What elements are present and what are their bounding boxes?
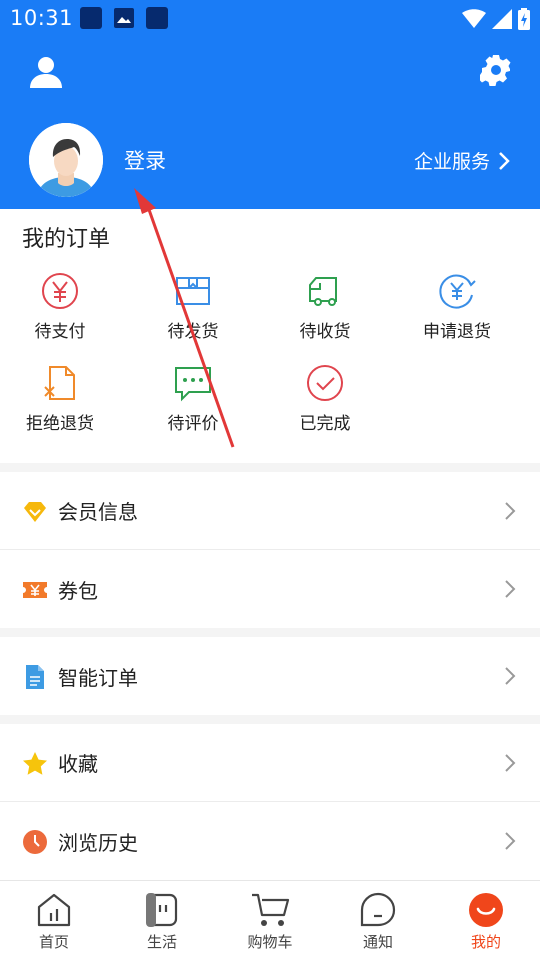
notification-icon xyxy=(360,892,396,927)
profile-header: 登录 企业服务 xyxy=(0,38,540,209)
chevron-right-icon xyxy=(505,754,516,772)
battery-icon xyxy=(518,8,530,30)
enterprise-service-link[interactable]: 企业服务 xyxy=(414,147,510,174)
menu-item-coupons[interactable]: 券包 xyxy=(0,550,540,628)
tab-life[interactable]: 生活 xyxy=(112,891,212,952)
chevron-right-icon xyxy=(505,502,516,520)
order-label: 申请退货 xyxy=(423,322,491,342)
order-label: 拒绝退货 xyxy=(26,414,94,434)
order-label: 待收货 xyxy=(299,322,351,342)
menu-item-membership[interactable]: 会员信息 xyxy=(0,472,540,550)
cart-icon xyxy=(252,893,290,926)
clock-icon xyxy=(23,830,47,854)
truck-icon xyxy=(309,277,337,306)
order-pending-shipment[interactable]: 待发货 xyxy=(133,271,253,342)
menu-item-label: 浏览历史 xyxy=(58,830,138,855)
user-icon[interactable] xyxy=(28,54,64,90)
notification-square-icon xyxy=(146,7,168,29)
menu-item-label: 收藏 xyxy=(58,752,98,776)
chevron-right-icon xyxy=(505,580,516,598)
tab-notifications[interactable]: 通知 xyxy=(328,891,428,952)
order-completed[interactable]: 已完成 xyxy=(265,363,385,434)
avatar[interactable] xyxy=(29,123,103,197)
wifi-icon xyxy=(462,9,486,28)
chat-icon xyxy=(175,367,211,402)
menu-item-label: 券包 xyxy=(58,578,98,603)
tab-label: 我的 xyxy=(470,933,501,951)
gear-icon[interactable] xyxy=(480,54,512,86)
life-icon xyxy=(146,893,178,927)
menu-group: 会员信息 券包 xyxy=(0,472,540,628)
chevron-right-icon xyxy=(499,151,510,170)
image-icon xyxy=(113,7,135,29)
tab-label: 生活 xyxy=(146,933,177,951)
order-pending-receipt[interactable]: 待收货 xyxy=(265,271,385,342)
diamond-icon xyxy=(24,502,46,522)
login-button[interactable]: 登录 xyxy=(124,145,166,175)
box-icon xyxy=(176,277,210,305)
order-pending-payment[interactable]: 待支付 xyxy=(0,271,120,342)
menu-item-favorites[interactable]: 收藏 xyxy=(0,724,540,802)
menu-group: 收藏 浏览历史 xyxy=(0,724,540,880)
reject-doc-icon xyxy=(44,366,75,400)
menu-item-history[interactable]: 浏览历史 xyxy=(0,802,540,880)
status-bar: 10:31 xyxy=(0,0,540,38)
menu-group: 智能订单 xyxy=(0,637,540,715)
status-icons xyxy=(462,8,530,30)
enterprise-service-label: 企业服务 xyxy=(413,151,490,173)
menu-item-label: 会员信息 xyxy=(58,500,138,524)
signal-icon xyxy=(492,9,512,29)
notification-square-icon xyxy=(80,7,102,29)
order-refund-rejected[interactable]: 拒绝退货 xyxy=(0,363,120,434)
home-icon xyxy=(37,893,71,927)
tab-cart[interactable]: 购物车 xyxy=(220,891,320,952)
order-pending-review[interactable]: 待评价 xyxy=(133,363,253,434)
order-label: 待发货 xyxy=(167,322,219,342)
profile-icon xyxy=(469,893,503,927)
tab-label: 购物车 xyxy=(247,933,293,951)
order-label: 待评价 xyxy=(167,414,219,434)
status-time: 10:31 xyxy=(10,6,74,30)
check-circle-icon xyxy=(307,365,343,401)
yen-circle-icon xyxy=(42,273,78,309)
document-icon xyxy=(26,665,44,689)
star-icon xyxy=(23,752,47,775)
my-orders-section: 我的订单 待支付 待发货 待收货 申请退货 拒绝退货 待评价 已完成 xyxy=(0,209,540,463)
coupon-icon xyxy=(23,582,47,598)
bottom-tab-bar: 首页 生活 购物车 通知 我的 xyxy=(0,880,540,960)
tab-profile[interactable]: 我的 xyxy=(436,891,536,952)
chevron-right-icon xyxy=(505,667,516,685)
chevron-right-icon xyxy=(505,832,516,850)
tab-label: 首页 xyxy=(38,933,69,951)
order-label: 已完成 xyxy=(299,414,351,434)
order-refund-request[interactable]: 申请退货 xyxy=(397,271,517,342)
order-label: 待支付 xyxy=(34,322,86,342)
menu-item-label: 智能订单 xyxy=(58,665,138,690)
tab-label: 通知 xyxy=(362,933,393,951)
tab-home[interactable]: 首页 xyxy=(4,891,104,952)
menu-item-smart-orders[interactable]: 智能订单 xyxy=(0,637,540,715)
my-orders-title: 我的订单 xyxy=(22,227,111,252)
refund-icon xyxy=(439,274,476,309)
